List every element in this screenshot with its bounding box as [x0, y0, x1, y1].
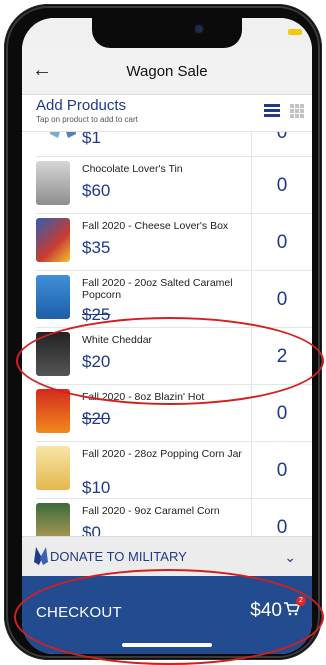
product-name: Fall 2020 - 28oz Popping Corn Jar [82, 448, 242, 460]
qty-box[interactable]: 0 [251, 271, 312, 327]
list-view-icon[interactable] [264, 104, 280, 118]
section-title: Add Products [36, 97, 127, 114]
product-row[interactable]: Fall 2020 - Cheese Lover's Box $35 0 [36, 214, 312, 271]
product-name: Fall 2020 - 8oz Blazin' Hot [82, 391, 205, 403]
product-image [36, 275, 70, 319]
product-image [36, 389, 70, 433]
product-price: $60 [82, 181, 111, 200]
product-row[interactable]: Fall 2020 - 8oz Blazin' Hot $20 0 [36, 385, 312, 442]
page-title: Wagon Sale [126, 63, 208, 80]
top-bar: ← Wagon Sale [22, 48, 312, 95]
qty-box[interactable]: 0 [251, 157, 312, 213]
product-row[interactable]: White Cheddar $20 2 [36, 328, 312, 385]
section-header: Add Products Tap on product to add to ca… [22, 95, 312, 132]
qty-box[interactable]: 0 [251, 214, 312, 270]
product-price: $20 [82, 352, 111, 371]
cart-count-badge: 2 [296, 596, 306, 606]
product-qty: 0 [276, 460, 288, 481]
checkout-label: CHECKOUT [36, 604, 122, 621]
product-qty: 0 [276, 517, 288, 536]
qty-box[interactable]: 0 [251, 499, 312, 536]
product-list: $1 0 Chocolate Lover's Tin $60 0 Fall 20… [22, 132, 312, 536]
ribbon-icon [34, 547, 48, 565]
product-name: Fall 2020 - 9oz Caramel Corn [82, 505, 220, 517]
product-image [36, 218, 70, 262]
product-qty: 0 [276, 175, 288, 196]
checkout-button[interactable]: CHECKOUT $40 2 [22, 576, 312, 654]
product-qty: 0 [276, 289, 288, 310]
product-image [36, 161, 70, 205]
product-name: Chocolate Lover's Tin [82, 163, 183, 175]
qty-box[interactable]: 2 [251, 328, 312, 384]
product-image [36, 446, 70, 490]
battery-icon [288, 29, 302, 35]
qty-box[interactable]: 0 [251, 442, 312, 498]
product-price: $20 [82, 409, 111, 428]
product-name: White Cheddar [82, 334, 153, 346]
qty-box[interactable]: 0 [251, 385, 312, 441]
product-image [36, 503, 70, 536]
product-image [36, 332, 70, 376]
product-qty: 0 [276, 403, 288, 424]
product-qty: 2 [276, 346, 288, 367]
product-row[interactable]: Fall 2020 - 9oz Caramel Corn $0 0 [36, 499, 312, 536]
product-row[interactable]: $1 0 [36, 132, 312, 157]
product-row[interactable]: Chocolate Lover's Tin $60 0 [36, 157, 312, 214]
donate-bar[interactable]: DONATE TO MILITARY ⌄ [22, 536, 312, 577]
product-qty: 0 [276, 232, 288, 253]
product-price: $1 [82, 132, 101, 147]
product-row[interactable]: Fall 2020 - 28oz Popping Corn Jar $10 0 [36, 442, 312, 499]
section-subtitle: Tap on product to add to cart [36, 115, 138, 124]
ribbon-icon [50, 132, 76, 138]
product-name: Fall 2020 - Cheese Lover's Box [82, 220, 229, 232]
grid-view-icon[interactable] [290, 104, 304, 118]
product-price: $0 [82, 523, 101, 536]
product-price: $10 [82, 478, 111, 497]
product-price: $35 [82, 238, 111, 257]
notch [92, 18, 242, 48]
home-indicator [122, 643, 212, 647]
product-price: $25 [82, 305, 111, 324]
camera [195, 25, 203, 33]
checkout-total: $40 [250, 600, 282, 621]
product-name: Fall 2020 - 20oz Salted Caramel Popcorn [82, 277, 233, 301]
product-row[interactable]: Fall 2020 - 20oz Salted Caramel Popcorn … [36, 271, 312, 328]
chevron-down-icon[interactable]: ⌄ [284, 549, 296, 566]
app-screen: ← Wagon Sale Add Products Tap on product… [22, 18, 312, 654]
qty-box[interactable]: 0 [251, 132, 312, 156]
phone-frame: ← Wagon Sale Add Products Tap on product… [4, 4, 322, 660]
product-qty: 0 [276, 132, 288, 143]
donate-label: DONATE TO MILITARY [50, 549, 187, 564]
